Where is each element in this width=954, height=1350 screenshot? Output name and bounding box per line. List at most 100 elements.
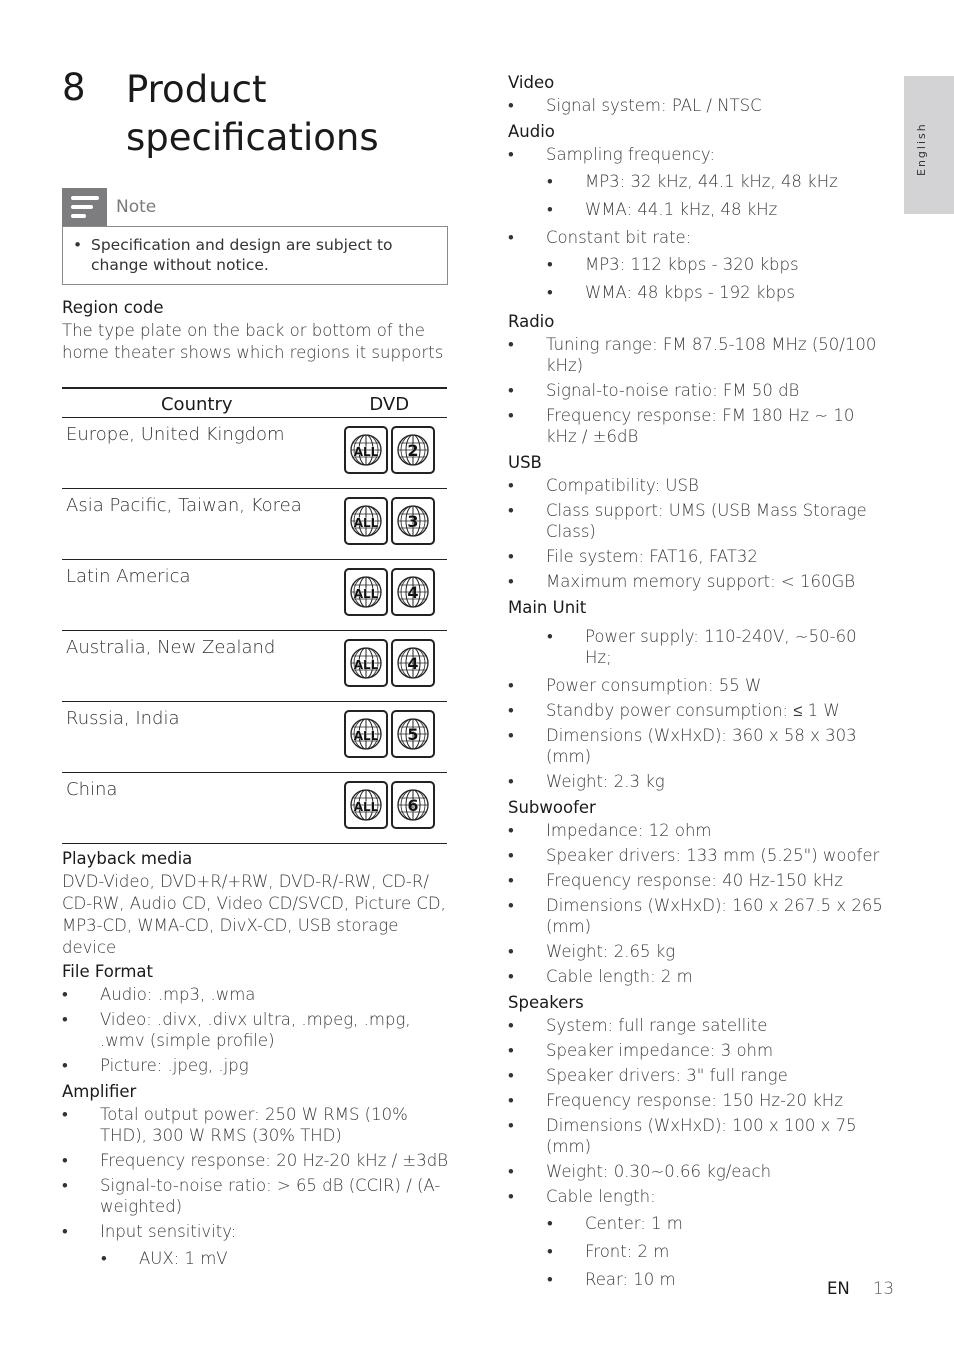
spec-list: Signal system: PAL / NTSC	[508, 95, 888, 116]
spec-item: Weight: 0.30~0.66 kg/each	[508, 1161, 888, 1182]
dvd-region-cell: ALL 3	[331, 488, 447, 560]
spec-item: Class support: UMS (USB Mass Storage Cla…	[508, 500, 888, 542]
dvd-region-cell: ALL 6	[331, 772, 447, 844]
svg-text:4: 4	[407, 583, 418, 602]
svg-text:4: 4	[407, 654, 418, 673]
playback-media-text: DVD-Video, DVD+R/+RW, DVD-R/-RW, CD-R/ C…	[62, 872, 446, 957]
svg-text:ALL: ALL	[354, 800, 379, 814]
country-cell: Russia, India	[62, 701, 332, 773]
page-number: 13	[873, 1279, 894, 1298]
spec-item: Maximum memory support: < 160GB	[508, 571, 888, 592]
country-cell: Latin America	[62, 559, 332, 631]
region-5-globe-icon: 5	[391, 710, 435, 758]
spec-item: Standby power consumption: ≤ 1 W	[508, 700, 888, 721]
left-column-specs: Playback media DVD-Video, DVD+R/+RW, DVD…	[62, 847, 452, 1276]
svg-text:ALL: ALL	[354, 729, 379, 743]
spec-item: Cable length: 2 m	[508, 966, 888, 987]
svg-text:3: 3	[407, 512, 418, 531]
column-header-dvd: DVD	[331, 387, 447, 418]
region-3-globe-icon: 3	[391, 497, 435, 545]
spec-sub-item: Center: 1 m	[508, 1213, 888, 1234]
spec-item: Frequency response: 20 Hz-20 kHz / ±3dB	[62, 1150, 452, 1171]
section-heading: Subwoofer	[508, 798, 596, 817]
spec-sub-item: MP3: 32 kHz, 44.1 kHz, 48 kHz	[508, 171, 888, 192]
dvd-region-cell: ALL 2	[331, 417, 447, 489]
spec-item: Total output power: 250 W RMS (10% THD),…	[62, 1104, 452, 1146]
region-code-heading: Region code	[62, 298, 164, 317]
spec-sub-item: Power supply: 110-240V, ~50-60 Hz;	[508, 626, 888, 668]
spec-list: System: full range satellite Speaker impe…	[508, 1015, 888, 1290]
right-column-specs: Video Signal system: PAL / NTSC Audio Sampl…	[508, 70, 888, 1297]
region-all-globe-icon: ALL	[344, 710, 388, 758]
section-heading: Audio	[508, 122, 555, 141]
spec-list: Tuning range: FM 87.5-108 MHz (50/100 kH…	[508, 334, 888, 447]
language-tab: English	[904, 76, 954, 214]
spec-item: Cable length:	[508, 1186, 888, 1207]
spec-item: Compatibility: USB	[508, 475, 888, 496]
region-all-globe-icon: ALL	[344, 426, 388, 474]
spec-item: Frequency response: 150 Hz-20 kHz	[508, 1090, 888, 1111]
spec-item: File system: FAT16, FAT32	[508, 546, 888, 567]
spec-item: Dimensions (WxHxD): 360 x 58 x 303 (mm)	[508, 725, 888, 767]
table-row: Russia, India ALL 5	[62, 701, 447, 773]
spec-list: Impedance: 12 ohm Speaker drivers: 133 mm…	[508, 820, 888, 987]
region-6-globe-icon: 6	[391, 781, 435, 829]
region-all-globe-icon: ALL	[344, 781, 388, 829]
region-code-table: Country DVD Europe, United Kingdom ALL 2…	[62, 387, 447, 844]
country-cell: Australia, New Zealand	[62, 630, 332, 702]
svg-text:6: 6	[407, 796, 418, 815]
region-4-globe-icon: 4	[391, 639, 435, 687]
table-row: Latin America ALL 4	[62, 559, 447, 631]
svg-text:5: 5	[407, 725, 418, 744]
svg-text:2: 2	[407, 441, 418, 460]
dvd-region-cell: ALL 4	[331, 559, 447, 631]
spec-item: Signal-to-noise ratio: FM 50 dB	[508, 380, 888, 401]
spec-item: Frequency response: FM 180 Hz ~ 10 kHz /…	[508, 405, 888, 447]
spec-item: Dimensions (WxHxD): 100 x 100 x 75 (mm)	[508, 1115, 888, 1157]
note-text: Specification and design are subject to …	[91, 236, 393, 274]
language-tab-label: English	[915, 122, 928, 176]
chapter-number: 8	[62, 66, 86, 109]
country-cell: Asia Pacific, Taiwan, Korea	[62, 488, 332, 560]
page-title: Product specifications	[126, 68, 379, 159]
spec-item: Frequency response: 40 Hz-150 kHz	[508, 870, 888, 891]
country-cell: China	[62, 772, 332, 844]
spec-item: Input sensitivity:	[62, 1221, 452, 1242]
spec-sub-item: WMA: 48 kbps - 192 kbps	[508, 282, 888, 303]
spec-item: Power consumption: 55 W	[508, 675, 888, 696]
spec-list: Sampling frequency: MP3: 32 kHz, 44.1 kHz…	[508, 144, 888, 303]
svg-text:ALL: ALL	[354, 445, 379, 459]
spec-item: Speaker drivers: 3" full range	[508, 1065, 888, 1086]
section-heading: Video	[508, 73, 555, 92]
spec-item: Weight: 2.3 kg	[508, 771, 888, 792]
svg-text:ALL: ALL	[354, 587, 379, 601]
spec-item: Picture: .jpeg, .jpg	[62, 1055, 452, 1076]
spec-item: Audio: .mp3, .wma	[62, 984, 452, 1005]
region-code-section: Region code The type plate on the back o…	[62, 296, 452, 364]
spec-list: Compatibility: USB Class support: UMS (US…	[508, 475, 888, 592]
table-row: Asia Pacific, Taiwan, Korea ALL 3	[62, 488, 447, 560]
playback-media-heading: Playback media	[62, 849, 193, 868]
spec-item: Speaker drivers: 133 mm (5.25") woofer	[508, 845, 888, 866]
svg-text:ALL: ALL	[354, 516, 379, 530]
spec-item: Signal-to-noise ratio: > 65 dB (CCIR) / …	[62, 1175, 452, 1217]
section-heading: Speakers	[508, 993, 584, 1012]
spec-item: Dimensions (WxHxD): 160 x 267.5 x 265 (m…	[508, 895, 888, 937]
spec-item: Video: .divx, .divx ultra, .mpeg, .mpg, …	[62, 1009, 452, 1051]
region-4-globe-icon: 4	[391, 568, 435, 616]
section-heading: File Format	[62, 962, 153, 981]
region-all-globe-icon: ALL	[344, 568, 388, 616]
spec-item: Speaker impedance: 3 ohm	[508, 1040, 888, 1061]
note-box: Note • Specification and design are subj…	[62, 188, 448, 285]
bullet-icon: •	[73, 236, 83, 254]
section-heading: Radio	[508, 312, 555, 331]
spec-item: Sampling frequency:	[508, 144, 888, 165]
spec-item: Signal system: PAL / NTSC	[508, 95, 888, 116]
region-code-text: The type plate on the back or bottom of …	[62, 321, 444, 362]
section-heading: Amplifier	[62, 1082, 137, 1101]
table-row: China ALL 6	[62, 772, 447, 844]
table-row: Australia, New Zealand ALL 4	[62, 630, 447, 702]
country-cell: Europe, United Kingdom	[62, 417, 332, 489]
spec-item: Weight: 2.65 kg	[508, 941, 888, 962]
dvd-region-cell: ALL 5	[331, 701, 447, 773]
